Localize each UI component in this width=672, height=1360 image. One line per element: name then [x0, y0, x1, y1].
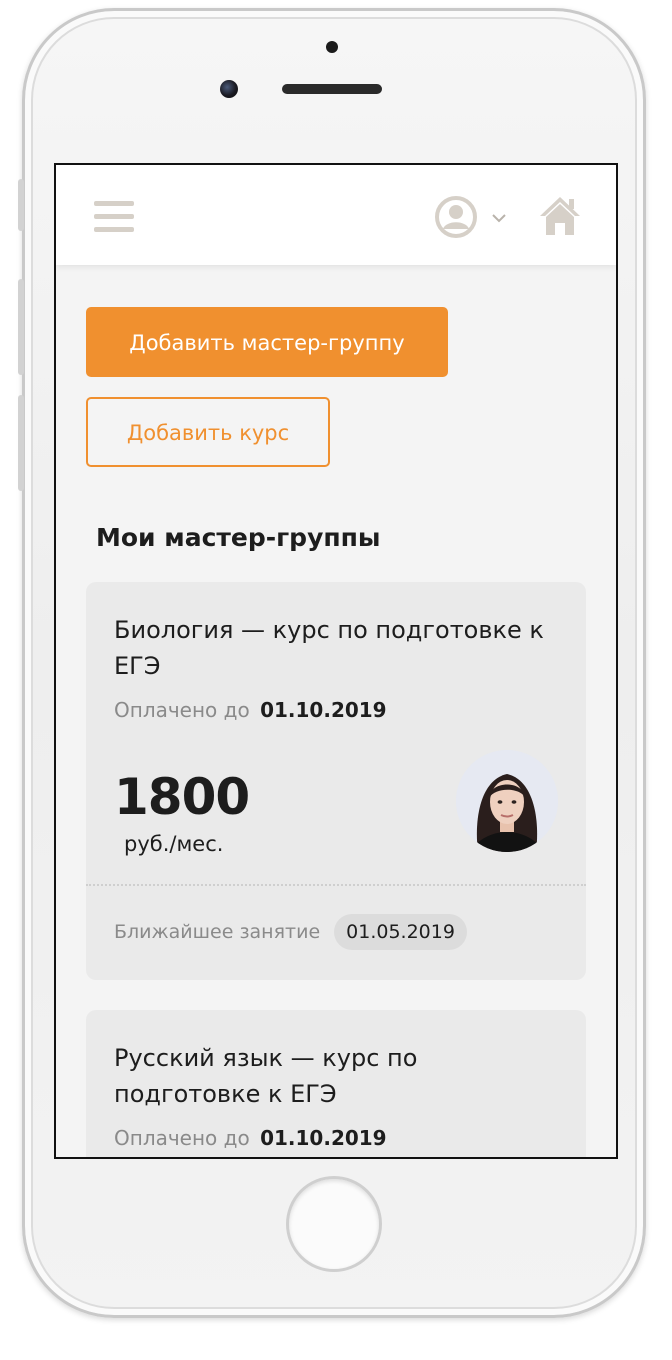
- paid-until-date: 01.10.2019: [260, 1126, 387, 1150]
- add-course-button[interactable]: Добавить курс: [86, 397, 330, 467]
- price-value: 1800: [114, 768, 250, 826]
- mute-switch: [18, 179, 24, 231]
- section-title: Мои мастер-группы: [96, 523, 381, 552]
- front-camera: [220, 80, 238, 98]
- main-content: Добавить мастер-группу Добавить курс Мои…: [86, 307, 586, 1157]
- paid-until: Оплачено до 01.10.2019: [114, 698, 558, 722]
- price-unit: руб./мес.: [124, 832, 224, 856]
- chevron-down-icon[interactable]: [490, 212, 508, 224]
- master-group-card[interactable]: Биология — курс по подготовке к ЕГЭ Опла…: [86, 582, 586, 980]
- volume-up-button: [18, 279, 24, 375]
- home-icon[interactable]: [538, 195, 582, 237]
- paid-until-date: 01.10.2019: [260, 698, 387, 722]
- top-navigation-bar: [56, 165, 616, 265]
- master-group-card[interactable]: Русский язык — курс по подготовке к ЕГЭ …: [86, 1010, 586, 1157]
- proximity-sensor: [326, 41, 338, 53]
- card-title[interactable]: Русский язык — курс по подготовке к ЕГЭ: [114, 1040, 558, 1112]
- home-button[interactable]: [286, 1176, 382, 1272]
- next-lesson-date-badge: 01.05.2019: [334, 914, 467, 950]
- paid-until-label: Оплачено до: [114, 698, 250, 722]
- next-lesson-label: Ближайшее занятие: [114, 921, 321, 943]
- volume-down-button: [18, 395, 24, 491]
- phone-screen: Добавить мастер-группу Добавить курс Мои…: [54, 163, 618, 1159]
- next-lesson-row: Ближайшее занятие 01.05.2019: [86, 886, 586, 980]
- user-menu[interactable]: [434, 195, 514, 239]
- paid-until-label: Оплачено до: [114, 1126, 250, 1150]
- add-master-group-button[interactable]: Добавить мастер-группу: [86, 307, 448, 377]
- teacher-avatar: [456, 750, 558, 852]
- hamburger-menu-icon[interactable]: [94, 201, 134, 233]
- paid-until: Оплачено до 01.10.2019: [114, 1126, 558, 1150]
- user-avatar-icon[interactable]: [434, 195, 478, 239]
- card-title[interactable]: Биология — курс по подготовке к ЕГЭ: [114, 612, 558, 684]
- earpiece-speaker: [282, 84, 382, 94]
- price-row: 1800 руб./мес.: [114, 722, 558, 884]
